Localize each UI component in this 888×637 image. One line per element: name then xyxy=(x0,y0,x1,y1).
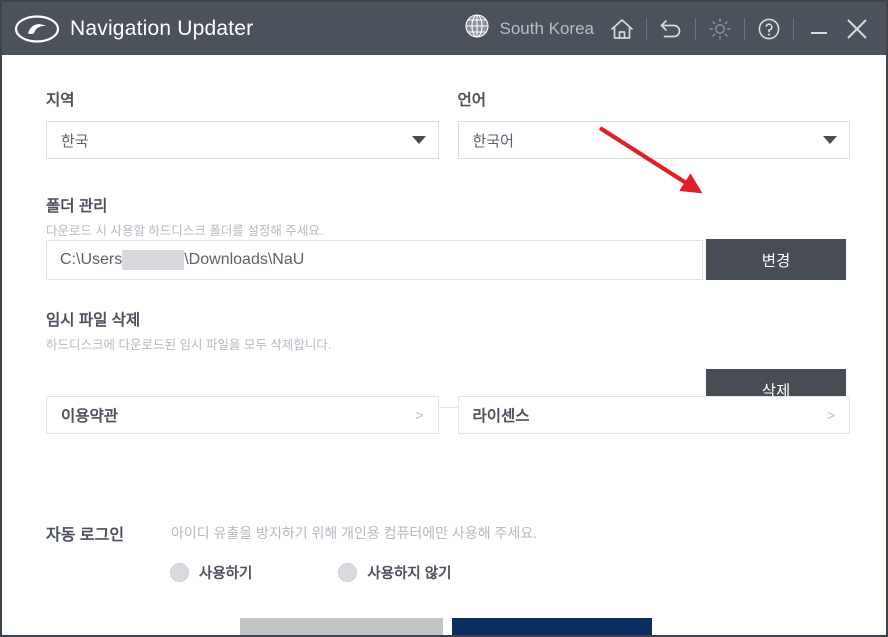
auto-login-desc: 아이디 유출을 방지하기 위해 개인용 컴퓨터에만 사용해 주세요. xyxy=(171,525,537,541)
language-select-value: 한국어 xyxy=(472,132,514,150)
chevron-right-icon: > xyxy=(826,407,835,423)
license-link[interactable]: 라이센스 > xyxy=(457,396,850,434)
language-select[interactable]: 한국어 xyxy=(457,121,850,159)
download-path-suffix: \Downloads\NaU xyxy=(184,251,305,268)
download-path-prefix: C:\Users xyxy=(60,251,123,268)
region-select-group: 지역 한국 xyxy=(46,88,439,159)
cancel-button[interactable]: 취소 xyxy=(240,618,443,635)
language-select-group: 언어 한국어 xyxy=(457,88,850,159)
selects-row: 지역 한국 언어 한국어 xyxy=(46,88,850,159)
temp-file-section: 임시 파일 삭제 하드디스크에 다운로드된 임시 파일을 모두 삭제합니다. xyxy=(46,308,331,353)
folder-section-title: 폴더 관리 xyxy=(46,198,108,215)
auto-login-label: 자동 로그인 xyxy=(46,527,125,544)
language-field-label: 언어 xyxy=(457,92,487,109)
folder-management-section: 폴더 관리 다운로드 시 사용할 하드디스크 폴더를 설정해 주세요. xyxy=(46,194,323,239)
license-label: 라이센스 xyxy=(472,408,530,425)
region-select-value: 한국 xyxy=(61,132,89,150)
radio-button-icon xyxy=(170,563,189,582)
page-title: Navigation Updater xyxy=(70,16,254,40)
chevron-down-icon xyxy=(823,136,837,144)
folder-section-desc: 다운로드 시 사용할 하드디스크 폴더를 설정해 주세요. xyxy=(46,224,324,238)
undo-arrow-icon[interactable] xyxy=(651,9,691,49)
hyundai-logo-icon xyxy=(14,14,60,44)
radio-button-icon xyxy=(338,563,358,582)
titlebar-actions xyxy=(602,9,798,49)
terms-of-use-link[interactable]: 이용약관 > xyxy=(46,396,439,434)
auto-login-enable-radio[interactable]: 사용하기 xyxy=(170,562,252,583)
auto-login-disable-radio[interactable]: 사용하지 않기 xyxy=(338,562,451,583)
auto-login-enable-label: 사용하기 xyxy=(199,566,253,582)
download-path-input[interactable]: C:\Users \Downloads\NaU xyxy=(46,240,703,280)
redacted-username xyxy=(122,250,185,270)
settings-panel: 지역 한국 언어 한국어 폴더 관리 다운로드 시 사용할 하드디스크 폴더를 … xyxy=(2,55,886,635)
navigation-updater-window: Navigation Updater South Korea 지역 한국 언어 … xyxy=(0,0,888,637)
auto-login-radio-group: 사용하기 사용하지 않기 xyxy=(170,562,451,583)
auto-login-row: 자동 로그인 아이디 유출을 방지하기 위해 개인용 컴퓨터에만 사용해 주세요… xyxy=(46,521,537,545)
temp-section-desc: 하드디스크에 다운로드된 임시 파일을 모두 삭제합니다. xyxy=(46,338,332,352)
chevron-right-icon: > xyxy=(415,407,424,423)
chevron-down-icon xyxy=(411,136,426,144)
apply-button[interactable]: 적용 xyxy=(452,618,652,635)
region-label: South Korea xyxy=(499,18,594,38)
globe-icon xyxy=(464,13,490,44)
title-bar: Navigation Updater South Korea xyxy=(2,2,886,55)
temp-section-title: 임시 파일 삭제 xyxy=(46,312,141,329)
region-field-label: 지역 xyxy=(46,92,75,109)
titlebar-divider xyxy=(744,17,745,40)
legal-links-row: 이용약관 > 라이센스 > xyxy=(46,396,850,434)
help-circle-icon[interactable] xyxy=(749,9,789,49)
titlebar-divider xyxy=(793,17,794,40)
close-icon[interactable] xyxy=(838,9,876,49)
gear-icon[interactable] xyxy=(700,9,740,49)
window-controls xyxy=(800,9,876,49)
region-indicator[interactable]: South Korea xyxy=(464,13,594,44)
minimize-icon[interactable] xyxy=(800,9,838,49)
auto-login-disable-label: 사용하지 않기 xyxy=(367,566,452,582)
change-folder-button[interactable]: 변경 xyxy=(706,239,846,280)
terms-of-use-label: 이용약관 xyxy=(61,408,119,425)
home-icon[interactable] xyxy=(602,9,642,49)
region-select[interactable]: 한국 xyxy=(46,121,439,159)
titlebar-divider xyxy=(646,17,647,40)
titlebar-divider xyxy=(695,17,696,40)
